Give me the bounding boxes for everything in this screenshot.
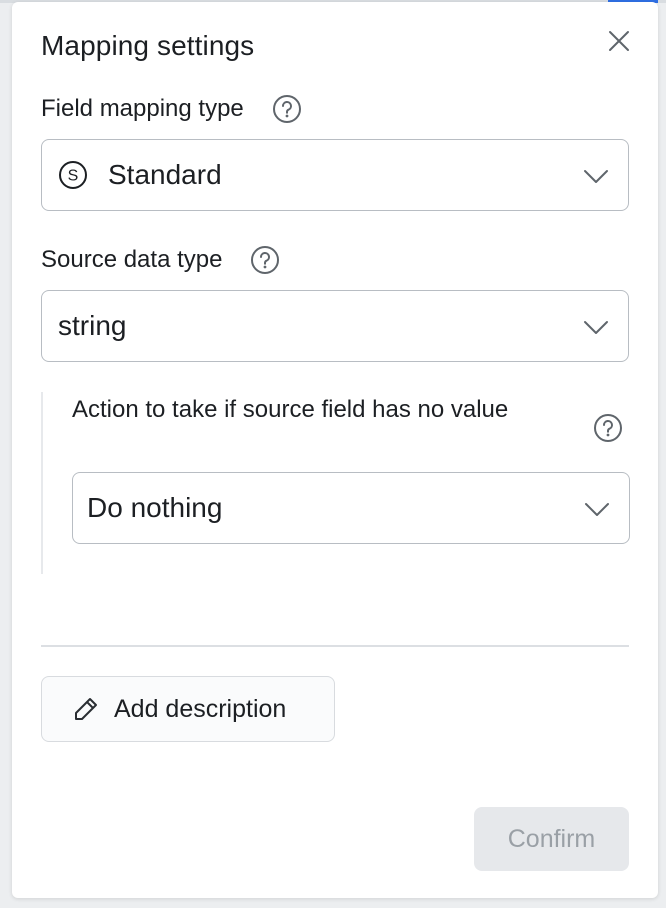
help-icon[interactable] (250, 245, 280, 275)
field-mapping-type-value: Standard (108, 159, 222, 190)
add-description-label: Add description (114, 694, 287, 723)
source-data-type-label: Source data type (41, 246, 223, 273)
close-icon[interactable] (606, 28, 632, 54)
confirm-button[interactable]: Confirm (474, 807, 629, 871)
circle-s-icon: S (58, 160, 88, 190)
field-mapping-type-select[interactable]: S Standard (41, 139, 629, 211)
add-description-button[interactable]: Add description (41, 676, 335, 742)
source-data-type-select[interactable]: string (41, 290, 629, 362)
no-value-action-value: Do nothing (87, 492, 223, 523)
mapping-settings-dialog: Mapping settings Field mapping type S St… (12, 2, 658, 898)
chevron-down-icon (582, 162, 610, 190)
section-divider (41, 645, 629, 647)
dialog-title: Mapping settings (41, 30, 255, 61)
field-mapping-type-label: Field mapping type (41, 95, 244, 122)
no-value-action-section: Action to take if source field has no va… (41, 392, 631, 574)
no-value-action-label: Action to take if source field has no va… (72, 396, 509, 423)
help-icon[interactable] (272, 94, 302, 124)
svg-text:S: S (68, 168, 79, 185)
field-mapping-type-label-row: Field mapping type (41, 94, 302, 124)
chevron-down-icon (583, 495, 611, 523)
source-data-type-label-row: Source data type (41, 245, 280, 275)
pencil-icon (72, 695, 100, 723)
no-value-action-select[interactable]: Do nothing (72, 472, 630, 544)
chevron-down-icon (582, 313, 610, 341)
help-icon[interactable] (593, 413, 623, 443)
source-data-type-value: string (58, 310, 127, 341)
